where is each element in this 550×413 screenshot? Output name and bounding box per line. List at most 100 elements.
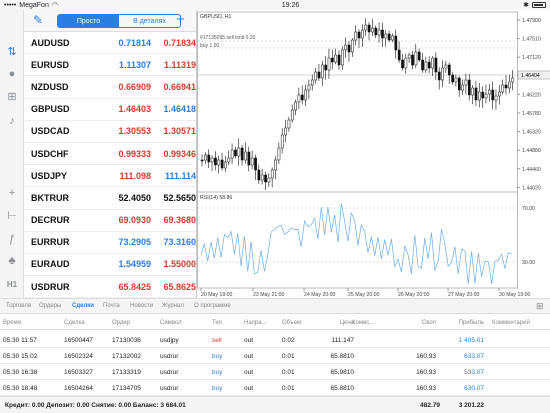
column-header[interactable]: Символ — [160, 320, 202, 326]
quote-ask[interactable]: 1.11319 — [151, 60, 196, 70]
quote-bid[interactable]: 69.0930 — [106, 215, 151, 225]
quote-ask[interactable]: 73.3160 — [151, 237, 196, 247]
quote-bid[interactable]: 1.46403 — [106, 104, 151, 114]
column-header[interactable]: Объем — [282, 320, 308, 326]
column-header[interactable]: Комментарий — [492, 320, 548, 326]
column-header[interactable]: Цена — [318, 320, 354, 326]
tab-5[interactable]: Журнал — [162, 303, 184, 309]
candle-body — [354, 31, 358, 41]
quote-row-usdrur[interactable]: USDRUR 65.8425 65.8625 — [24, 276, 196, 299]
table-cell: 111.147 — [331, 337, 354, 344]
candle-body — [207, 154, 211, 163]
table-cell: 633.07 — [464, 353, 484, 360]
column-header[interactable]: Прибыль — [440, 320, 484, 326]
tab-3[interactable]: Почта — [103, 303, 120, 309]
quote-row-usdjpy[interactable]: USDJPY 111.098 111.114 — [24, 165, 196, 188]
quote-bid[interactable]: 1.11307 — [106, 60, 151, 70]
quote-symbol: NZDUSD — [31, 81, 69, 92]
quote-ask[interactable]: 65.8625 — [151, 282, 196, 292]
quote-bid[interactable]: 52.4050 — [106, 193, 151, 203]
table-row[interactable]: 05.30 11:57 16500447 17130036 usdjpy sell out… — [0, 332, 550, 348]
table-cell: out — [244, 369, 254, 376]
quote-row-decrur[interactable]: DECRUR 69.0930 69.3680 — [24, 210, 196, 232]
tab-6[interactable]: О программе — [194, 303, 231, 309]
candle-body — [361, 29, 364, 39]
table-cell: 65.8810 — [330, 385, 355, 392]
simple-view-tab[interactable]: Просто — [58, 15, 119, 27]
quotes-arrows-icon[interactable]: ⇅ — [4, 43, 20, 59]
column-header[interactable]: Ордер — [112, 320, 154, 326]
tab-4[interactable]: Новости — [130, 303, 153, 309]
quote-ask[interactable]: 0.66941 — [151, 82, 196, 92]
layout-icon[interactable]: ⊞ — [536, 301, 544, 312]
tab-2[interactable]: Сделки — [72, 303, 94, 309]
quote-bid[interactable]: 0.71814 — [106, 38, 151, 48]
price-tick-label: 1.47510 — [522, 37, 541, 43]
new-order-icon[interactable]: ⊞ — [4, 88, 20, 104]
quote-row-gbpusd[interactable]: GBPUSD 1.46403 1.46418 — [24, 99, 196, 121]
period-icon[interactable]: ⊢ — [4, 207, 20, 223]
candle-body — [280, 134, 284, 149]
column-header[interactable]: Напра... — [244, 320, 280, 326]
quote-bid[interactable]: 0.66909 — [106, 82, 151, 92]
quote-ask[interactable]: 69.3680 — [151, 215, 196, 225]
bell-icon[interactable]: ♪ — [4, 113, 20, 129]
column-header[interactable]: Тип — [212, 320, 242, 326]
quote-row-audusd[interactable]: AUDUSD 0.71814 0.71834 — [24, 32, 196, 55]
crosshair-icon[interactable]: + — [4, 185, 20, 201]
quote-row-euraud[interactable]: EURAUD 1.54959 1.55000 — [24, 254, 196, 277]
objects-icon[interactable]: ♣ — [4, 253, 20, 269]
timeframe-h1-icon[interactable]: H1 — [4, 276, 20, 292]
tab-1[interactable]: Ордеры — [39, 303, 61, 309]
quote-row-nzdusd[interactable]: NZDUSD 0.66909 0.66941 — [24, 76, 196, 99]
column-header[interactable]: Время — [3, 320, 61, 326]
candle-body — [337, 54, 341, 66]
table-cell: 16504264 — [64, 385, 93, 392]
chart-panel[interactable]: 1.479001.475101.471201.466601.462201.457… — [196, 10, 550, 298]
quote-ask[interactable]: 1.55000 — [151, 259, 196, 269]
table-row[interactable]: 05.30 18:48 16504264 17134705 usdrur buy out 0… — [0, 380, 550, 396]
status-bar: ••••• MegaFon ◠ 19:26 ✱ — [0, 0, 550, 10]
quote-ask[interactable]: 1.30571 — [151, 126, 196, 136]
candle-body — [267, 177, 271, 183]
quote-bid[interactable]: 1.30553 — [106, 126, 151, 136]
chat-icon[interactable]: ● — [4, 66, 20, 82]
column-header[interactable]: Комис... — [352, 320, 392, 326]
current-price-label: 1.46404 — [521, 73, 540, 79]
quote-row-eurusd[interactable]: EURUSD 1.11307 1.11319 — [24, 54, 196, 77]
add-symbol-icon[interactable]: + — [176, 11, 185, 28]
table-cell: 05.30 16:38 — [3, 369, 38, 376]
candle-body — [224, 161, 227, 169]
quote-ask[interactable]: 1.46418 — [151, 104, 196, 114]
balance-footer: Кредит: 0.00 Депозит: 0.00 Снятие: 0.00 … — [0, 396, 550, 413]
candle-body — [210, 157, 214, 163]
table-cell: 65.9810 — [330, 369, 355, 376]
column-header[interactable]: Сделка — [64, 320, 106, 326]
quote-ask[interactable]: 0.71834 — [151, 38, 196, 48]
candle-body — [321, 64, 324, 79]
quote-row-bktrur[interactable]: BKTRUR 52.4050 52.5650 — [24, 187, 196, 210]
edit-pencil-icon[interactable]: ✎ — [33, 13, 43, 27]
quote-ask[interactable]: 0.99346 — [151, 149, 196, 159]
price-tick-label: 1.44020 — [522, 185, 541, 191]
candle-body — [250, 157, 254, 166]
candle-body — [484, 93, 488, 99]
quote-ask[interactable]: 111.114 — [151, 171, 196, 181]
quote-bid[interactable]: 111.098 — [106, 171, 151, 181]
quote-row-usdchf[interactable]: USDCHF 0.99333 0.99346 — [24, 143, 196, 166]
detailed-view-tab[interactable]: В деталях — [119, 15, 180, 27]
quote-bid[interactable]: 73.2905 — [106, 237, 151, 247]
table-row[interactable]: 05.30 15:02 16502324 17132002 usdrur buy out 0… — [0, 348, 550, 364]
price-chart[interactable]: 1.479001.475101.471201.466601.462201.457… — [197, 10, 550, 298]
quote-row-usdcad[interactable]: USDCAD 1.30553 1.30571 — [24, 121, 196, 143]
quote-row-eurrur[interactable]: EURRUR 73.2905 73.3160 — [24, 232, 196, 254]
column-header[interactable]: Своп — [396, 320, 436, 326]
table-row[interactable]: 05.30 16:38 16503327 17133319 usdrur buy out 0… — [0, 364, 550, 380]
tab-0[interactable]: Торговля — [6, 303, 31, 309]
candle-body — [240, 147, 244, 161]
quote-bid[interactable]: 0.99333 — [106, 149, 151, 159]
quote-bid[interactable]: 1.54959 — [106, 259, 151, 269]
quote-bid[interactable]: 65.8425 — [106, 282, 151, 292]
function-icon[interactable]: ƒ — [4, 231, 20, 247]
quote-ask[interactable]: 52.5650 — [151, 193, 196, 203]
